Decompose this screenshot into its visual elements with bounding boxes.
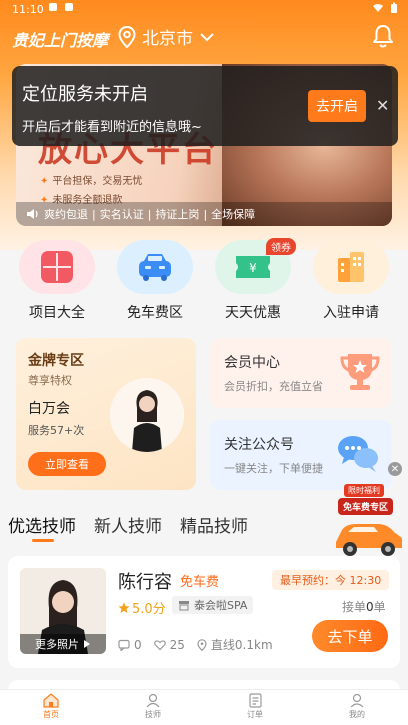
tab-premium[interactable]: 精品技师: [180, 512, 248, 537]
view-now-button[interactable]: 立即查看: [28, 452, 106, 476]
strip-item: 持证上岗: [155, 208, 200, 221]
battery-icon: [391, 2, 397, 13]
store-icon: [179, 600, 189, 610]
coupon-badge: 领券: [266, 238, 296, 255]
toast-title: 定位服务未开启: [22, 84, 148, 105]
city-selector[interactable]: 北京市: [118, 24, 215, 49]
location-disabled-toast: 定位服务未开启 开启后才能看到附近的信息哦~ 去开启 ✕: [12, 66, 398, 146]
technician-name: 陈行容: [118, 572, 172, 593]
earliest-appointment: 最早预约：今 12:30: [272, 570, 390, 590]
bottom-navigation: 首页 技师 订单 我的: [0, 689, 408, 725]
gold-zone-subtitle: 尊享特权: [28, 374, 72, 387]
avatar: [110, 378, 184, 452]
technician-tabs: 优选技师 新人技师 精品技师: [0, 508, 408, 544]
app-bar: 贵妃上门按摩 北京市: [0, 20, 408, 56]
nav-orders[interactable]: 订单: [204, 690, 306, 725]
home-icon: [43, 693, 59, 708]
rating: 5.0分: [118, 598, 166, 617]
active-tab-indicator: [32, 539, 54, 542]
trophy-icon: [340, 354, 380, 390]
quick-action-label: 天天优惠: [225, 305, 281, 321]
close-icon[interactable]: ✕: [376, 96, 389, 115]
nav-home[interactable]: 首页: [0, 690, 102, 725]
quick-action-free-fare[interactable]: 免车费区: [112, 240, 198, 326]
strip-item: 实名认证: [99, 208, 144, 221]
order-icon: [248, 693, 262, 708]
ticket-icon: ¥: [236, 256, 270, 278]
enable-location-button[interactable]: 去开启: [308, 90, 366, 122]
svg-text:¥: ¥: [249, 261, 257, 275]
nav-label: 我的: [349, 710, 365, 719]
member-center-card[interactable]: 会员中心 会员折扣，充值立省: [210, 338, 392, 408]
featured-technician-name: 白万会: [28, 401, 70, 417]
technician-meta: 0 25 直线0.1km: [118, 636, 273, 653]
member-center-subtitle: 会员折扣，充值立省: [224, 380, 323, 393]
service-count: 服务57+次: [28, 424, 85, 437]
nav-label: 订单: [247, 710, 263, 719]
quick-action-projects[interactable]: 项目大全: [14, 240, 100, 326]
location-pin-icon: [118, 25, 136, 48]
quick-action-label: 免车费区: [127, 305, 183, 321]
location-pin-icon: [197, 638, 207, 651]
gold-zone-card[interactable]: 金牌专区 尊享特权 白万会 服务57+次 立即查看: [16, 338, 196, 490]
wifi-icon: [373, 4, 383, 12]
notification-icon: [49, 3, 57, 11]
member-center-title: 会员中心: [224, 355, 280, 371]
tab-preferred[interactable]: 优选技师: [8, 512, 76, 537]
free-fare-tag: 免车费: [180, 575, 220, 590]
status-bar: 11:10: [0, 0, 408, 20]
bell-icon[interactable]: [372, 23, 394, 49]
heart-icon[interactable]: [153, 639, 166, 651]
distance: 直线0.1km: [210, 638, 273, 652]
play-icon: [84, 640, 90, 648]
nav-technicians[interactable]: 技师: [102, 690, 204, 725]
status-time: 11:10: [12, 3, 44, 16]
profile-icon: [350, 693, 364, 708]
follow-account-subtitle: 一键关注，下单便捷: [224, 462, 323, 475]
place-order-button[interactable]: 去下单: [312, 620, 388, 652]
strip-item: 全场保障: [211, 208, 256, 221]
building-icon: [338, 252, 364, 282]
brand-title: 贵妃上门按摩: [12, 31, 109, 50]
quick-actions: 项目大全 免车费区 ¥ 领券 天天优惠 入驻申请: [0, 238, 408, 326]
banner-guarantee-strip: 爽约包退 | 实名认证 | 持证上岗 | 全场保障: [16, 202, 392, 226]
quick-action-join[interactable]: 入驻申请: [308, 240, 394, 326]
nav-label: 首页: [43, 710, 59, 719]
comment-icon: [118, 639, 130, 651]
comment-count: 0: [134, 637, 142, 652]
technician-photo[interactable]: 更多照片: [20, 568, 106, 654]
nav-label: 技师: [145, 710, 161, 719]
quick-action-label: 入驻申请: [323, 305, 379, 321]
notification-icon: [65, 3, 73, 11]
quick-action-daily-deals[interactable]: ¥ 领券 天天优惠: [210, 238, 296, 326]
chevron-down-icon: [200, 32, 214, 41]
toast-message: 开启后才能看到附近的信息哦~: [22, 120, 202, 135]
gold-zone-title: 金牌专区: [28, 353, 84, 369]
speaker-icon: [27, 209, 38, 219]
shop-tag: 泰会啦SPA: [172, 596, 254, 614]
star-icon: [118, 602, 130, 613]
float-ad-tag: 限时福利: [344, 484, 384, 497]
city-label: 北京市: [142, 29, 193, 49]
technician-icon: [146, 693, 160, 708]
car-icon: [139, 254, 171, 281]
close-icon[interactable]: ✕: [388, 462, 402, 476]
follow-account-title: 关注公众号: [224, 437, 294, 453]
order-count: 接单0单: [342, 600, 386, 614]
like-count: 25: [169, 637, 185, 652]
tab-new[interactable]: 新人技师: [94, 512, 162, 537]
quick-action-label: 项目大全: [29, 305, 85, 321]
nav-profile[interactable]: 我的: [306, 690, 408, 725]
technician-card[interactable]: 更多照片 陈行容 免车费 最早预约：今 12:30 5.0分 泰会啦SPA 接单…: [8, 556, 400, 668]
more-photos-button[interactable]: 更多照片: [20, 634, 106, 654]
banner-feature: ✦ 平台担保，交易无忧: [40, 176, 143, 187]
grid-icon: [41, 251, 73, 283]
strip-item: 爽约包退: [44, 208, 88, 221]
